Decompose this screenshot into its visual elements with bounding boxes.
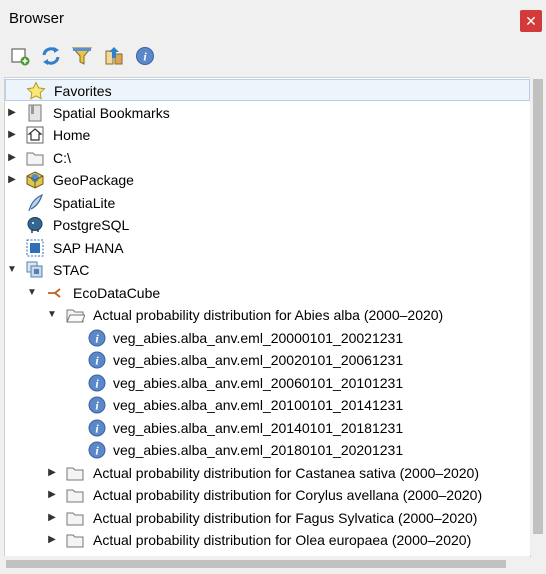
info-icon: i [88, 329, 106, 347]
tree-item-c-drive[interactable]: ▶ C:\ [5, 147, 530, 169]
info-icon: i [88, 419, 106, 437]
tree-item-label: Actual probability distribution for Cory… [93, 487, 483, 503]
vertical-scroll-thumb[interactable] [533, 79, 543, 534]
close-icon: ✕ [525, 13, 537, 29]
tree-item-postgresql[interactable]: PostgreSQL [5, 214, 530, 236]
browser-tree[interactable]: Favorites ▶ Spatial Bookmarks ▶ Home ▶ C… [4, 77, 531, 557]
folder-icon [66, 489, 84, 503]
connection-icon [48, 288, 61, 298]
tree-item-stac-item[interactable]: i veg_abies.alba_anv.eml_20060101_201012… [5, 372, 530, 394]
home-icon [26, 126, 44, 144]
tree-item-spatial-bookmarks[interactable]: ▶ Spatial Bookmarks [5, 102, 530, 124]
tree-item-collection-fagus-sylvatica[interactable]: ▶ Actual probability distribution for Fa… [5, 507, 530, 529]
tree-item-stac-item[interactable]: i veg_abies.alba_anv.eml_20000101_200212… [5, 327, 530, 349]
collapse-all-button[interactable] [103, 45, 125, 67]
sap-hana-icon [26, 239, 44, 257]
tree-item-label: C:\ [53, 150, 71, 166]
filter-icon [71, 47, 93, 65]
info-icon: i [88, 396, 106, 414]
tree-item-geopackage[interactable]: ▶ GeoPackage [5, 169, 530, 191]
folder-icon [66, 534, 84, 548]
stac-icon [26, 261, 43, 278]
tree-item-label: Actual probability distribution for Cast… [93, 465, 480, 481]
tree-item-label: Actual probability distribution for Abie… [93, 307, 444, 323]
tree-item-spatialite[interactable]: SpatiaLite [5, 192, 530, 214]
title-bar: Browser ✕ [0, 0, 546, 40]
tree-item-label: veg_abies.alba_anv.eml_20020101_20061231 [113, 352, 404, 368]
properties-button[interactable]: i [134, 45, 156, 67]
expand-arrow-icon[interactable]: ▶ [47, 488, 57, 502]
tree-item-favorites[interactable]: Favorites [5, 79, 530, 101]
vertical-scrollbar[interactable] [530, 77, 546, 555]
tree-item-stac-item[interactable]: i veg_abies.alba_anv.eml_20100101_201412… [5, 394, 530, 416]
tree-item-stac[interactable]: ▼ STAC [5, 259, 530, 281]
info-icon: i [88, 374, 106, 392]
geopackage-icon [26, 171, 44, 189]
refresh-button[interactable] [40, 45, 62, 67]
folder-icon [66, 467, 84, 481]
refresh-icon [42, 47, 60, 65]
tree-item-stac-item[interactable]: i veg_abies.alba_anv.eml_20140101_201812… [5, 417, 530, 439]
tree-item-ecodatacube[interactable]: ▼ EcoDataCube [5, 282, 530, 304]
folder-icon [66, 512, 84, 526]
tree-item-label: veg_abies.alba_anv.eml_20180101_20201231 [113, 442, 404, 458]
tree-item-label: STAC [53, 262, 90, 278]
close-button[interactable]: ✕ [520, 10, 542, 32]
browser-panel: Browser ✕ i Favorites ▶ Spatial Bookmark… [0, 0, 546, 574]
spatialite-icon [28, 193, 43, 212]
tree-item-collection-abies-alba[interactable]: ▼ Actual probability distribution for Ab… [5, 304, 530, 326]
tree-item-label: veg_abies.alba_anv.eml_20140101_20181231 [113, 420, 404, 436]
folder-icon [26, 152, 44, 166]
tree-item-label: Spatial Bookmarks [53, 105, 170, 121]
add-layer-icon [11, 48, 30, 66]
tree-item-home[interactable]: ▶ Home [5, 124, 530, 146]
tree-item-stac-item[interactable]: i veg_abies.alba_anv.eml_20020101_200612… [5, 349, 530, 371]
tree-item-label: Home [53, 127, 91, 143]
expand-arrow-icon[interactable]: ▶ [7, 173, 17, 187]
info-icon: i [136, 47, 154, 65]
panel-title: Browser [9, 10, 65, 27]
tree-item-label: Favorites [54, 83, 112, 99]
tree-item-collection-corylus-avellana[interactable]: ▶ Actual probability distribution for Co… [5, 484, 530, 506]
collapse-arrow-icon[interactable]: ▼ [27, 286, 37, 300]
tree-item-sap-hana[interactable]: SAP HANA [5, 237, 530, 259]
horizontal-scrollbar[interactable] [4, 556, 530, 572]
tree-item-collection-castanea-sativa[interactable]: ▶ Actual probability distribution for Ca… [5, 462, 530, 484]
tree-item-label: EcoDataCube [73, 285, 161, 301]
expand-arrow-icon[interactable]: ▶ [7, 106, 17, 120]
expand-arrow-icon[interactable]: ▶ [47, 511, 57, 525]
info-icon: i [88, 441, 106, 459]
expand-arrow-icon[interactable]: ▶ [47, 466, 57, 480]
add-layer-button[interactable] [9, 45, 31, 67]
tree-item-stac-item[interactable]: i veg_abies.alba_anv.eml_20180101_202012… [5, 439, 530, 461]
tree-item-label: Actual probability distribution for Fagu… [93, 510, 478, 526]
tree-item-label: SAP HANA [53, 240, 124, 256]
tree-item-label: veg_abies.alba_anv.eml_20060101_20101231 [113, 375, 404, 391]
postgresql-icon [27, 217, 43, 233]
bookmark-icon [28, 104, 42, 122]
tree-item-label: PostgreSQL [53, 217, 130, 233]
tree-item-collection-olea-europaea[interactable]: ▶ Actual probability distribution for Ol… [5, 529, 530, 551]
expand-arrow-icon[interactable]: ▶ [7, 151, 17, 165]
folder-open-icon [66, 309, 85, 323]
collapse-arrow-icon[interactable]: ▼ [47, 308, 57, 322]
toolbar: i [0, 40, 546, 74]
star-icon [26, 81, 46, 100]
tree-item-label: veg_abies.alba_anv.eml_20000101_20021231 [113, 330, 404, 346]
collapse-arrow-icon[interactable]: ▼ [7, 263, 17, 277]
collapse-all-icon [105, 47, 123, 65]
filter-button[interactable] [71, 45, 93, 67]
expand-arrow-icon[interactable]: ▶ [7, 128, 17, 142]
tree-item-label: veg_abies.alba_anv.eml_20100101_20141231 [113, 397, 404, 413]
tree-item-label: GeoPackage [53, 172, 134, 188]
expand-arrow-icon[interactable]: ▶ [47, 533, 57, 547]
tree-item-label: Actual probability distribution for Olea… [93, 532, 472, 548]
horizontal-scroll-thumb[interactable] [6, 560, 506, 568]
tree-item-label: SpatiaLite [53, 195, 116, 211]
info-icon: i [88, 351, 106, 369]
